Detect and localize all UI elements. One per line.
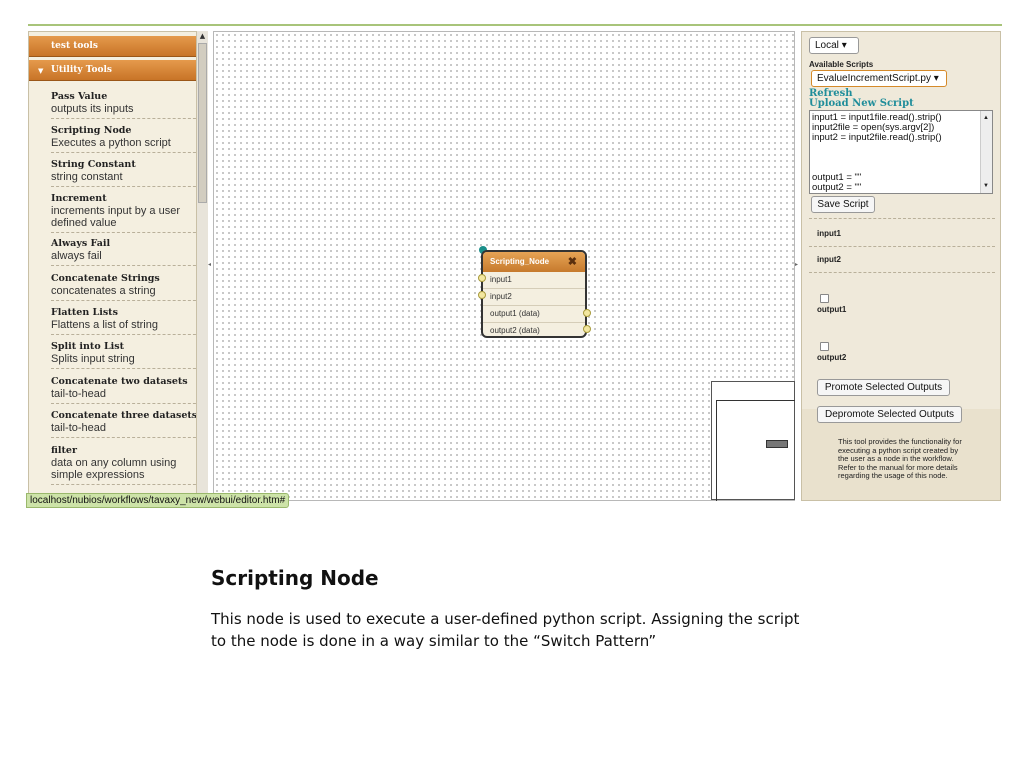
category-label: test tools — [51, 41, 98, 51]
tool-title: Concatenate Strings — [51, 273, 160, 284]
tool-item-increment[interactable]: Increment increments input by a user defi… — [51, 193, 201, 233]
input-connector[interactable] — [478, 291, 486, 299]
tool-desc: concatenates a string — [51, 285, 156, 297]
tool-item-filter[interactable]: filter data on any column using simple ex… — [51, 445, 201, 485]
scripting-node[interactable]: Scripting_Node ✖ input1 input2 output1 (… — [481, 250, 587, 338]
tool-title: Always Fail — [51, 238, 111, 249]
tool-item-concatenate-strings[interactable]: Concatenate Strings concatenates a string — [51, 273, 201, 301]
input-connector[interactable] — [478, 274, 486, 282]
tool-title: Split into List — [51, 341, 124, 352]
tool-desc: Executes a python script — [51, 137, 171, 149]
tool-title: filter — [51, 445, 77, 456]
input2-label: input2 — [817, 255, 841, 264]
scroll-down-icon[interactable]: ▼ — [983, 181, 989, 191]
depromote-outputs-button[interactable]: Depromote Selected Outputs — [817, 406, 962, 423]
divider — [809, 218, 995, 219]
tool-desc: tail-to-head — [51, 388, 107, 400]
script-select[interactable]: EvalueIncrementScript.py ▾ — [811, 70, 947, 87]
tool-item-always-fail[interactable]: Always Fail always fail — [51, 238, 201, 266]
tool-title: String Constant — [51, 159, 136, 170]
header-rule — [28, 24, 1002, 26]
output2-checkbox[interactable] — [820, 342, 829, 351]
collapse-arrow-icon: ▼ — [38, 66, 44, 75]
category-label: Utility Tools — [51, 65, 112, 75]
tool-item-string-constant[interactable]: String Constant string constant — [51, 159, 201, 187]
status-bar-url: localhost/nubios/workflows/tavaxy_new/we… — [26, 493, 290, 508]
tool-desc: always fail — [51, 250, 102, 262]
chevron-down-icon: ▾ — [841, 40, 847, 51]
minimap-viewport — [716, 400, 797, 501]
divider — [809, 272, 995, 273]
tool-item-split-into-list[interactable]: Split into List Splits input string — [51, 341, 201, 369]
tool-sidebar: test tools ▼ Utility Tools Pass Value outp… — [28, 31, 210, 503]
properties-panel: Local ▾ Available Scripts EvalueIncremen… — [801, 31, 1001, 501]
tool-title: Scripting Node — [51, 125, 132, 136]
chevron-down-icon: ▾ — [933, 73, 939, 84]
tool-item-scripting-node[interactable]: Scripting Node Executes a python script — [51, 125, 201, 153]
tool-desc: increments input by a user defined value — [51, 205, 181, 229]
tool-title: Increment — [51, 193, 107, 204]
node-port-input1: input1 — [483, 272, 585, 289]
scroll-up-icon[interactable]: ▲ — [198, 32, 207, 41]
tool-desc: string constant — [51, 171, 123, 183]
slide-title: Scripting Node — [211, 566, 379, 590]
divider — [809, 246, 995, 247]
script-editor[interactable]: input1 = input1file.read().strip() input… — [809, 110, 993, 194]
upload-script-link[interactable]: Upload New Script — [809, 98, 914, 109]
output1-label: output1 — [817, 305, 847, 314]
tool-desc: Flattens a list of string — [51, 319, 158, 331]
tool-desc: data on any column using simple expressi… — [51, 457, 177, 481]
close-icon[interactable]: ✖ — [568, 252, 577, 272]
tool-item-pass-value[interactable]: Pass Value outputs its inputs — [51, 91, 201, 119]
available-scripts-label: Available Scripts — [809, 60, 874, 69]
tool-desc: Splits input string — [51, 353, 135, 365]
minimap-node-marker — [766, 440, 788, 448]
location-select[interactable]: Local ▾ — [809, 37, 859, 54]
splitter-arrow-icon: ▸ — [795, 261, 799, 268]
node-title: Scripting_Node — [490, 257, 550, 266]
sidebar-scrollbar[interactable]: ▲ — [196, 31, 208, 501]
node-port-output1: output1 (data) — [483, 306, 585, 323]
save-script-button[interactable]: Save Script — [811, 196, 875, 213]
tool-desc: tail-to-head — [51, 422, 107, 434]
canvas-minimap[interactable] — [711, 381, 797, 501]
promote-outputs-button[interactable]: Promote Selected Outputs — [817, 379, 950, 396]
scrollbar-thumb[interactable] — [198, 43, 207, 203]
output2-label: output2 — [817, 353, 847, 362]
category-utility-tools[interactable]: ▼ Utility Tools — [29, 60, 197, 81]
tool-title: Concatenate three datasets — [51, 410, 198, 421]
tool-item-concatenate-three-datasets[interactable]: Concatenate three datasets tail-to-head — [51, 410, 201, 438]
node-port-input2: input2 — [483, 289, 585, 306]
tool-desc: outputs its inputs — [51, 103, 134, 115]
select-value: Local — [815, 40, 839, 51]
slide-body: This node is used to execute a user-defi… — [211, 610, 800, 650]
tool-title: Pass Value — [51, 91, 108, 102]
select-value: EvalueIncrementScript.py — [817, 73, 931, 84]
scroll-up-icon[interactable]: ▲ — [983, 113, 989, 123]
tool-item-flatten-lists[interactable]: Flatten Lists Flattens a list of string — [51, 307, 201, 335]
help-text: This tool provides the functionality for… — [838, 437, 962, 480]
tool-title: Flatten Lists — [51, 307, 118, 318]
tool-title: Concatenate two datasets — [51, 376, 188, 387]
editor-scrollbar[interactable]: ▲ ▼ — [980, 111, 992, 193]
category-test-tools[interactable]: test tools — [29, 36, 197, 57]
splitter-arrow-icon: ◂ — [208, 261, 212, 268]
input1-label: input1 — [817, 229, 841, 238]
tool-item-concatenate-two-datasets[interactable]: Concatenate two datasets tail-to-head — [51, 376, 201, 404]
node-header[interactable]: Scripting_Node ✖ — [483, 252, 585, 272]
script-text: input1 = input1file.read().strip() input… — [812, 112, 942, 193]
output-connector[interactable] — [583, 325, 591, 333]
node-port-output2: output2 (data) — [490, 326, 540, 335]
output1-checkbox[interactable] — [820, 294, 829, 303]
output-connector[interactable] — [583, 309, 591, 317]
